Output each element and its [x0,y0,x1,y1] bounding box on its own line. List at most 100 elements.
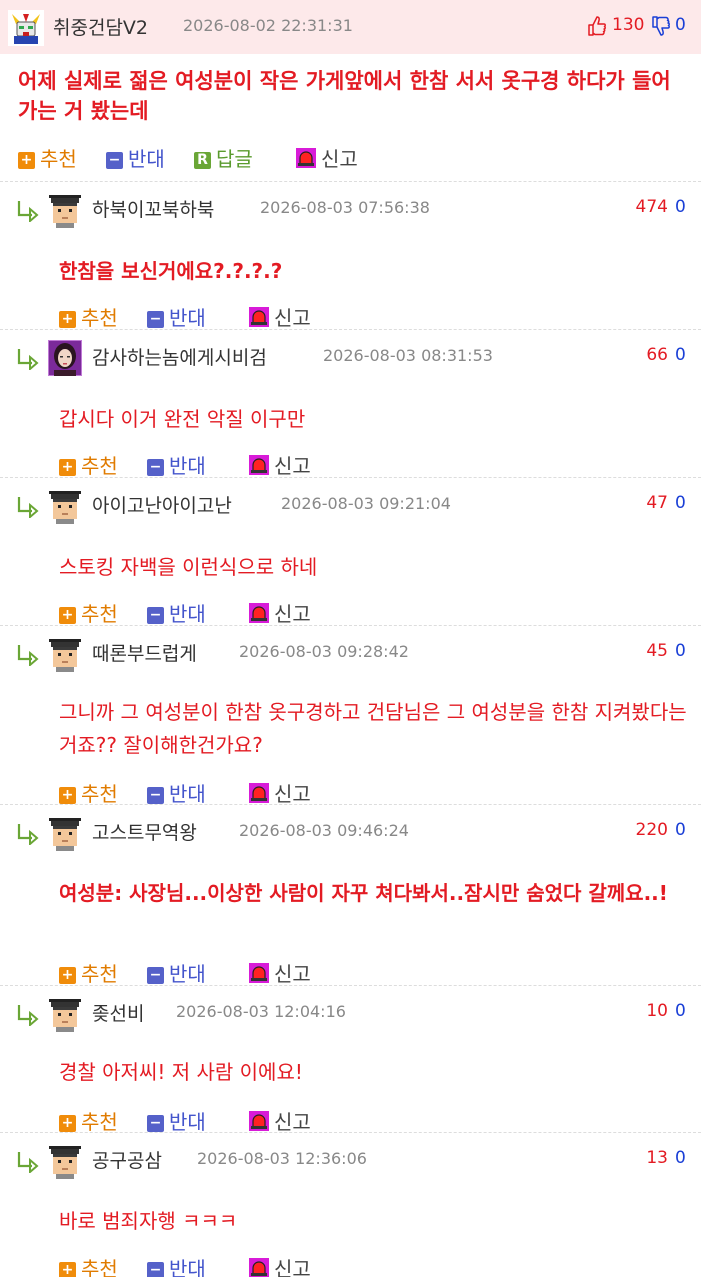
thumbs-up-icon[interactable] [588,16,606,36]
plus-icon: + [59,607,76,624]
report-button[interactable]: 신고 [249,450,311,479]
gundam-avatar-icon[interactable] [8,10,44,46]
comment-item: 좆선비 2026-08-03 12:04:16 10 0 경찰 아저씨! 저 사람 이에… [0,996,701,1136]
comment-upvote-count[interactable]: 474 [636,197,668,217]
comment-upvote-count[interactable]: 47 [646,493,668,513]
oppose-label: 반대 [169,306,206,330]
recommend-label: 추천 [81,602,118,626]
recommend-label: 추천 [81,782,118,806]
comment-author[interactable]: 공구공삼 [92,1146,162,1173]
recommend-button[interactable]: + 추천 [59,778,118,807]
oppose-button[interactable]: − 반대 [106,143,165,172]
pixel-avatar-icon[interactable] [48,192,82,228]
siren-icon [249,1258,269,1277]
report-label: 신고 [274,602,311,626]
post-datetime: 2026-08-02 22:31:31 [183,16,353,35]
report-button[interactable]: 신고 [249,302,311,331]
comment-actions: + 추천 − 반대 신고 [59,1106,359,1135]
report-button[interactable]: 신고 [249,1106,311,1135]
report-button[interactable]: 신고 [296,143,358,172]
reply-arrow-icon [17,349,39,370]
recommend-button[interactable]: + 추천 [59,1106,118,1135]
comment-downvote-count[interactable]: 0 [675,641,686,661]
recommend-label: 추천 [81,454,118,478]
plus-icon: + [59,1262,76,1277]
comment-author[interactable]: 좆선비 [92,999,144,1026]
oppose-button[interactable]: − 반대 [147,302,206,331]
report-button[interactable]: 신고 [249,598,311,627]
comment-actions: + 추천 − 반대 신고 [59,450,359,479]
reply-button[interactable]: R 답글 [194,143,253,172]
comment-content: 그니까 그 여성분이 한참 옷구경하고 건담님은 그 여성분을 한참 지켜봤다는… [59,700,687,757]
comment-upvote-count[interactable]: 10 [646,1001,668,1021]
comment-divider [0,625,701,626]
recommend-label: 추천 [81,962,118,986]
recommend-button[interactable]: + 추천 [59,302,118,331]
comment-author[interactable]: 하북이꼬북하북 [92,195,214,222]
report-label: 신고 [274,306,311,330]
post-actions: + 추천 − 반대 R 답글 신고 [18,143,688,172]
comment-upvote-count[interactable]: 66 [646,345,668,365]
comment-author[interactable]: 때론부드럽게 [92,639,197,666]
plus-icon: + [59,311,76,328]
comment-downvote-count[interactable]: 0 [675,493,686,513]
comment-datetime: 2026-08-03 07:56:38 [260,198,430,217]
reply-arrow-icon [17,201,39,222]
recommend-button[interactable]: + 추천 [59,958,118,987]
comment-actions: + 추천 − 반대 신고 [59,1253,359,1277]
report-button[interactable]: 신고 [249,778,311,807]
comment-actions: + 추천 − 반대 신고 [59,598,359,627]
recommend-button[interactable]: + 추천 [59,450,118,479]
comment-content: 경찰 아저씨! 저 사람 이에요! [59,1060,303,1084]
plus-icon: + [59,459,76,476]
comment-upvote-count[interactable]: 220 [636,820,668,840]
reply-label: 답글 [216,147,253,171]
recommend-label: 추천 [81,306,118,330]
post-header: 취중건담V2 2026-08-02 22:31:31 130 0 [0,0,701,54]
minus-icon: − [147,607,164,624]
thumbs-down-icon[interactable] [652,16,670,36]
comment-content: 여성분: 사장님...이상한 사람이 자꾸 쳐다봐서..잠시만 숨었다 갈께요.… [59,881,668,905]
comment-downvote-count[interactable]: 0 [675,820,686,840]
comment-item: 하북이꼬북하북 2026-08-03 07:56:38 474 0 한참을 보신거에요?… [0,192,701,332]
comment-upvote-count[interactable]: 13 [646,1148,668,1168]
oppose-button[interactable]: − 반대 [147,1106,206,1135]
pixel-avatar-icon[interactable] [48,636,82,672]
comment-downvote-count[interactable]: 0 [675,197,686,217]
recommend-button[interactable]: + 추천 [59,598,118,627]
comment-downvote-count[interactable]: 0 [675,1001,686,1021]
comment-author[interactable]: 감사하는놈에게시비검 [92,343,267,370]
post-downvote-count: 0 [675,15,686,35]
comment-actions: + 추천 − 반대 신고 [59,302,359,331]
oppose-button[interactable]: − 반대 [147,1253,206,1277]
minus-icon: − [147,1262,164,1277]
comment-author[interactable]: 아이고난아이고난 [92,491,232,518]
comment-downvote-count[interactable]: 0 [675,1148,686,1168]
oppose-button[interactable]: − 반대 [147,598,206,627]
comment-datetime: 2026-08-03 12:36:06 [197,1149,367,1168]
report-button[interactable]: 신고 [249,1253,311,1277]
siren-icon [249,603,269,623]
pixel-avatar-icon[interactable] [48,1143,82,1179]
post-author[interactable]: 취중건담V2 [53,13,148,40]
pixel-avatar-icon[interactable] [48,815,82,851]
comment-downvote-count[interactable]: 0 [675,345,686,365]
comment-upvote-count[interactable]: 45 [646,641,668,661]
report-label: 신고 [274,1110,311,1134]
report-button[interactable]: 신고 [249,958,311,987]
recommend-button[interactable]: + 추천 [18,143,77,172]
pixel-avatar-icon[interactable] [48,488,82,524]
comment-content: 스토킹 자백을 이런식으로 하네 [59,555,318,579]
oppose-label: 반대 [169,602,206,626]
oppose-button[interactable]: − 반대 [147,450,206,479]
oppose-button[interactable]: − 반대 [147,778,206,807]
comment-divider [0,1132,701,1133]
photo-avatar-icon[interactable] [48,340,82,376]
recommend-button[interactable]: + 추천 [59,1253,118,1277]
pixel-avatar-icon[interactable] [48,996,82,1032]
oppose-button[interactable]: − 반대 [147,958,206,987]
plus-icon: + [59,787,76,804]
siren-icon [296,148,316,168]
comment-author[interactable]: 고스트무역왕 [92,818,197,845]
plus-icon: + [59,1115,76,1132]
